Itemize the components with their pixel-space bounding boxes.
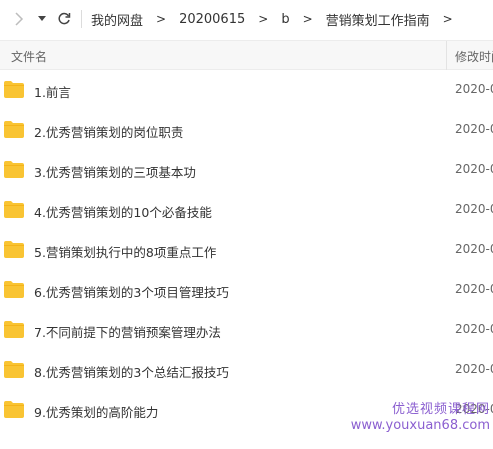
file-row[interactable]: 1.前言 2020-06-15 — [0, 70, 493, 110]
chevron-right-icon — [15, 12, 24, 26]
refresh-button[interactable] — [56, 11, 72, 27]
file-date: 2020-06-15 — [455, 82, 493, 96]
file-name: 9.优秀策划的高阶能力 — [34, 405, 159, 420]
breadcrumb-separator: > — [302, 12, 313, 26]
file-row[interactable]: 5.营销策划执行中的8项重点工作 2020-06-15 — [0, 230, 493, 270]
file-name: 6.优秀营销策划的3个项目管理技巧 — [34, 285, 229, 300]
folder-icon — [4, 161, 24, 178]
file-date: 2020-06-15 — [455, 242, 493, 256]
refresh-icon — [58, 12, 71, 25]
back-button[interactable] — [11, 11, 27, 27]
breadcrumb-item[interactable]: 我的网盘 — [91, 10, 143, 29]
file-row[interactable]: 7.不同前提下的营销预案管理办法 2020-06-15 — [0, 310, 493, 350]
file-date: 2020-06-15 — [455, 402, 493, 416]
file-name: 8.优秀营销策划的3个总结汇报技巧 — [34, 365, 229, 380]
breadcrumb-item[interactable]: b — [281, 12, 289, 27]
file-date: 2020-06-15 — [455, 122, 493, 136]
column-header-modified[interactable]: 修改时间 — [455, 48, 493, 65]
caret-down-icon — [38, 16, 46, 21]
column-header-name[interactable]: 文件名 — [11, 48, 47, 65]
nav-divider — [81, 10, 82, 28]
file-date: 2020-06-15 — [455, 162, 493, 176]
folder-icon — [4, 401, 24, 418]
file-name: 5.营销策划执行中的8项重点工作 — [34, 245, 217, 260]
file-row[interactable]: 6.优秀营销策划的3个项目管理技巧 2020-06-15 — [0, 270, 493, 310]
file-row[interactable]: 4.优秀营销策划的10个必备技能 2020-06-15 — [0, 190, 493, 230]
file-row[interactable]: 8.优秀营销策划的3个总结汇报技巧 2020-06-15 — [0, 350, 493, 390]
navigation-bar: 我的网盘 > 20200615 > b > 营销策划工作指南 > — [0, 0, 493, 38]
breadcrumb-item[interactable]: 营销策划工作指南 — [326, 10, 430, 29]
column-header: 文件名 修改时间 — [0, 40, 493, 70]
file-date: 2020-06-15 — [455, 362, 493, 376]
file-name: 4.优秀营销策划的10个必备技能 — [34, 205, 212, 220]
folder-icon — [4, 241, 24, 258]
file-row[interactable]: 3.优秀营销策划的三项基本功 2020-06-15 — [0, 150, 493, 190]
file-date: 2020-06-15 — [455, 322, 493, 336]
column-resize-handle[interactable] — [446, 41, 447, 70]
file-list: 1.前言 2020-06-15 2.优秀营销策划的岗位职责 2020-06-15… — [0, 70, 493, 430]
folder-icon — [4, 321, 24, 338]
breadcrumb-separator: > — [258, 12, 269, 26]
folder-icon — [4, 281, 24, 298]
folder-icon — [4, 121, 24, 138]
breadcrumb-separator: > — [156, 12, 167, 26]
file-name: 7.不同前提下的营销预案管理办法 — [34, 325, 221, 340]
file-name: 2.优秀营销策划的岗位职责 — [34, 125, 184, 140]
file-row[interactable]: 2.优秀营销策划的岗位职责 2020-06-15 — [0, 110, 493, 150]
breadcrumb-item[interactable]: 20200615 — [179, 12, 245, 27]
file-name: 3.优秀营销策划的三项基本功 — [34, 165, 196, 180]
file-row[interactable]: 9.优秀策划的高阶能力 2020-06-15 — [0, 390, 493, 430]
history-dropdown-button[interactable] — [36, 13, 48, 25]
file-date: 2020-06-15 — [455, 282, 493, 296]
file-date: 2020-06-15 — [455, 202, 493, 216]
folder-icon — [4, 201, 24, 218]
file-browser: 我的网盘 > 20200615 > b > 营销策划工作指南 > 文件名 修改时… — [0, 0, 493, 449]
breadcrumb: 我的网盘 > 20200615 > b > 营销策划工作指南 > — [91, 10, 466, 29]
file-name: 1.前言 — [34, 85, 71, 100]
folder-icon — [4, 81, 24, 98]
breadcrumb-separator: > — [442, 12, 453, 26]
folder-icon — [4, 361, 24, 378]
